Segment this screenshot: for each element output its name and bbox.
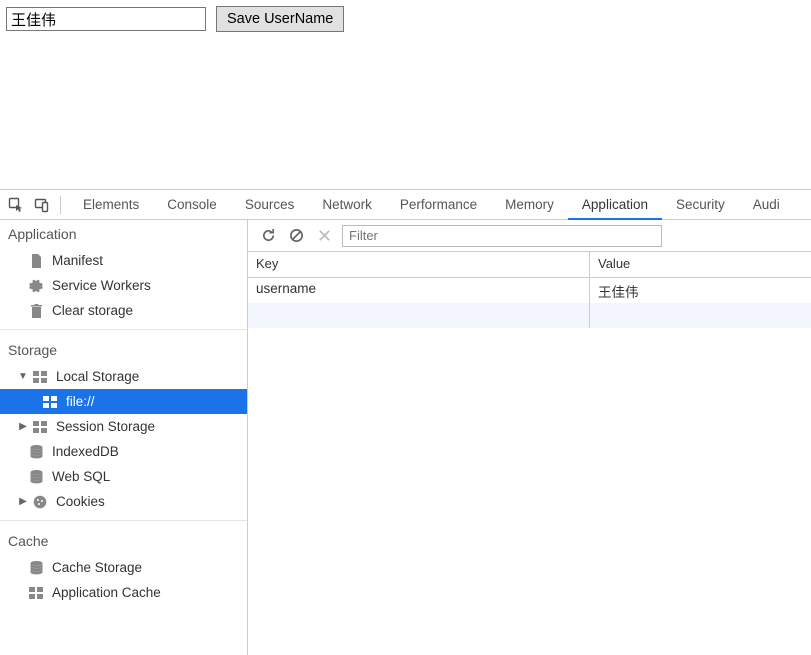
- sidebar-item-label: Cookies: [56, 494, 105, 509]
- sidebar-item-indexeddb[interactable]: IndexedDB: [0, 439, 247, 464]
- devtools-tabbar: Elements Console Sources Network Perform…: [0, 190, 811, 220]
- column-header-value[interactable]: Value: [590, 252, 811, 277]
- page-content: Save UserName: [0, 0, 811, 38]
- sidebar-item-label: Cache Storage: [52, 560, 142, 575]
- tab-performance[interactable]: Performance: [386, 190, 491, 220]
- tab-network[interactable]: Network: [308, 190, 386, 220]
- sidebar-item-label: Local Storage: [56, 369, 139, 384]
- tab-audits[interactable]: Audi: [739, 190, 794, 220]
- sidebar-item-session-storage[interactable]: ▶ Session Storage: [0, 414, 247, 439]
- storage-icon: [32, 371, 48, 383]
- database-icon: [28, 445, 44, 459]
- storage-table: Key Value username 王佳伟: [248, 252, 811, 655]
- storage-table-rows: username 王佳伟: [248, 278, 811, 328]
- devtools-panel: Elements Console Sources Network Perform…: [0, 189, 811, 655]
- tab-elements[interactable]: Elements: [69, 190, 153, 220]
- sidebar-heading-cache: Cache: [0, 527, 247, 555]
- sidebar-item-label: IndexedDB: [52, 444, 119, 459]
- sidebar-item-label: file://: [66, 394, 95, 409]
- file-icon: [28, 254, 44, 268]
- table-cell-value: [590, 303, 811, 328]
- gear-icon: [28, 279, 44, 293]
- sidebar-item-cookies[interactable]: ▶ Cookies: [0, 489, 247, 514]
- column-header-key[interactable]: Key: [248, 252, 590, 277]
- application-sidebar: Application Manifest Service Workers Cle…: [0, 220, 248, 655]
- sidebar-heading-storage: Storage: [0, 336, 247, 364]
- device-toolbar-icon[interactable]: [32, 195, 52, 215]
- sidebar-divider: [0, 520, 247, 521]
- sidebar-item-websql[interactable]: Web SQL: [0, 464, 247, 489]
- storage-main: Key Value username 王佳伟: [248, 220, 811, 655]
- refresh-icon[interactable]: [258, 226, 278, 246]
- inspect-element-icon[interactable]: [6, 195, 26, 215]
- tab-memory[interactable]: Memory: [491, 190, 568, 220]
- sidebar-item-label: Application Cache: [52, 585, 161, 600]
- database-icon: [28, 470, 44, 484]
- disclosure-triangle-closed-icon: ▶: [18, 496, 28, 507]
- table-cell-key: username: [248, 278, 590, 303]
- disclosure-triangle-closed-icon: ▶: [18, 421, 28, 432]
- table-row[interactable]: [248, 303, 811, 328]
- devtools-body: Application Manifest Service Workers Cle…: [0, 220, 811, 655]
- save-username-button[interactable]: Save UserName: [216, 6, 344, 32]
- storage-icon: [28, 587, 44, 599]
- sidebar-item-label: Service Workers: [52, 278, 151, 293]
- trash-icon: [28, 304, 44, 318]
- sidebar-item-service-workers[interactable]: Service Workers: [0, 273, 247, 298]
- sidebar-item-cache-storage[interactable]: Cache Storage: [0, 555, 247, 580]
- tab-console[interactable]: Console: [153, 190, 231, 220]
- filter-input[interactable]: [342, 225, 662, 247]
- sidebar-item-label: Clear storage: [52, 303, 133, 318]
- table-row[interactable]: username 王佳伟: [248, 278, 811, 303]
- storage-table-header: Key Value: [248, 252, 811, 278]
- sidebar-item-manifest[interactable]: Manifest: [0, 248, 247, 273]
- cookie-icon: [32, 495, 48, 509]
- sidebar-item-label: Manifest: [52, 253, 103, 268]
- storage-toolbar: [248, 220, 811, 252]
- tab-security[interactable]: Security: [662, 190, 739, 220]
- username-input[interactable]: [6, 7, 206, 31]
- tabbar-separator: [60, 196, 61, 214]
- clear-all-icon[interactable]: [286, 226, 306, 246]
- disclosure-triangle-open-icon: ▼: [18, 371, 28, 382]
- sidebar-heading-application: Application: [0, 220, 247, 248]
- sidebar-item-clear-storage[interactable]: Clear storage: [0, 298, 247, 323]
- storage-icon: [32, 421, 48, 433]
- delete-selected-icon[interactable]: [314, 226, 334, 246]
- storage-icon: [42, 396, 58, 408]
- sidebar-item-local-storage[interactable]: ▼ Local Storage: [0, 364, 247, 389]
- sidebar-divider: [0, 329, 247, 330]
- sidebar-item-label: Web SQL: [52, 469, 110, 484]
- sidebar-item-label: Session Storage: [56, 419, 155, 434]
- table-cell-value: 王佳伟: [590, 278, 811, 303]
- sidebar-item-local-storage-file[interactable]: file://: [0, 389, 247, 414]
- table-cell-key: [248, 303, 590, 328]
- database-icon: [28, 561, 44, 575]
- sidebar-item-application-cache[interactable]: Application Cache: [0, 580, 247, 605]
- tab-sources[interactable]: Sources: [231, 190, 309, 220]
- tab-application[interactable]: Application: [568, 190, 662, 220]
